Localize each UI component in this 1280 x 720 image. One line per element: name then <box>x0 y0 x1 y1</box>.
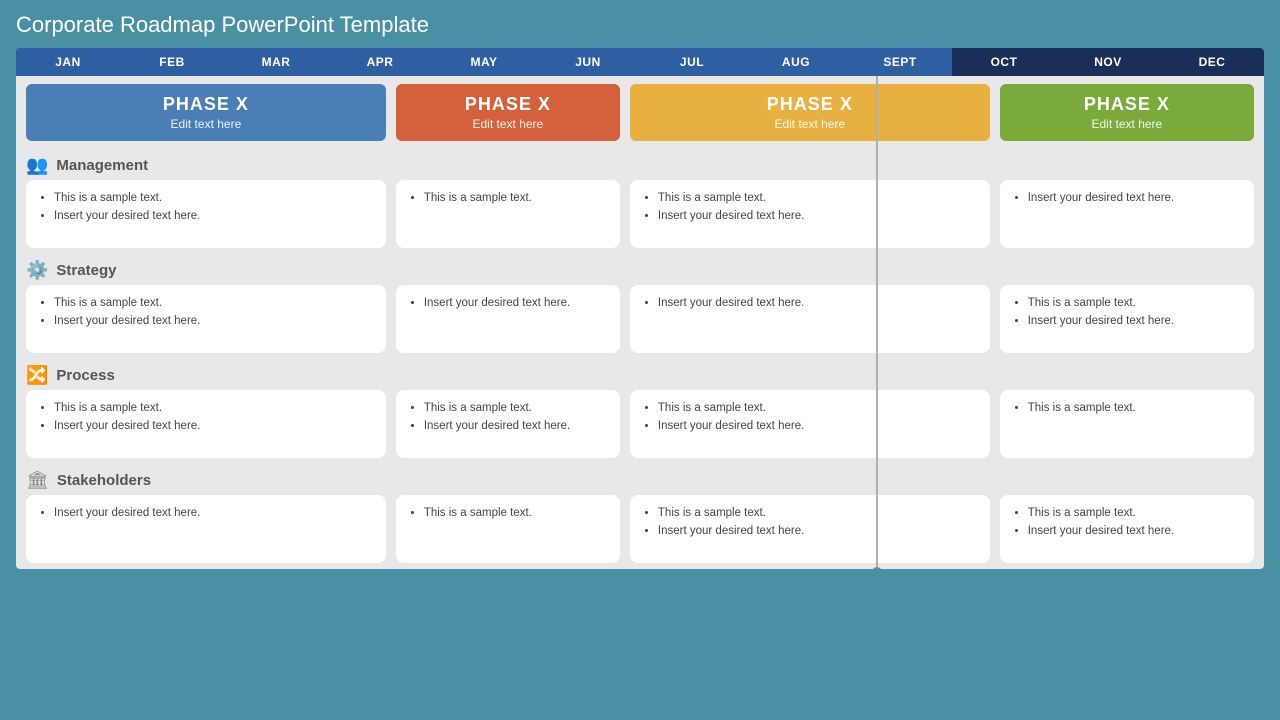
phase-row: PHASE X Edit text here PHASE X Edit text… <box>16 76 1264 149</box>
list-item: Insert your desired text here. <box>424 418 606 435</box>
process-card-3: This is a sample text.Insert your desire… <box>630 390 990 458</box>
phase-2-title: PHASE X <box>410 94 606 115</box>
main-content: Today JAN FEB MAR APR MAY JUN JUL AUG SE… <box>16 48 1264 569</box>
strategy-card-2: Insert your desired text here. <box>396 285 620 353</box>
stakeholders-card-4: This is a sample text.Insert your desire… <box>1000 495 1254 563</box>
month-may: MAY <box>432 48 536 76</box>
stakeholders-title: Stakeholders <box>57 472 151 489</box>
month-oct: OCT <box>952 48 1056 76</box>
list-item: This is a sample text. <box>658 190 976 207</box>
strategy-card-3: Insert your desired text here. <box>630 285 990 353</box>
list-item: This is a sample text. <box>1028 505 1240 522</box>
process-card-4: This is a sample text. <box>1000 390 1254 458</box>
strategy-card-1: This is a sample text.Insert your desire… <box>26 285 386 353</box>
process-card-1: This is a sample text.Insert your desire… <box>26 390 386 458</box>
list-item: This is a sample text. <box>424 190 606 207</box>
management-card-2: This is a sample text. <box>396 180 620 248</box>
list-item: Insert your desired text here. <box>54 505 372 522</box>
month-dec: DEC <box>1160 48 1264 76</box>
list-item: This is a sample text. <box>54 190 372 207</box>
strategy-cards: This is a sample text.Insert your desire… <box>26 285 1254 353</box>
phase-3: PHASE X Edit text here <box>630 84 990 141</box>
section-stakeholders-header: 🏛 Stakeholders <box>26 464 1254 495</box>
list-item: Insert your desired text here. <box>54 313 372 330</box>
section-process-header: 🔀 Process <box>26 359 1254 390</box>
list-item: This is a sample text. <box>424 400 606 417</box>
list-item: Insert your desired text here. <box>424 295 606 312</box>
month-jun: JUN <box>536 48 640 76</box>
content-wrapper: PHASE X Edit text here PHASE X Edit text… <box>16 76 1264 569</box>
month-jan: JAN <box>16 48 120 76</box>
process-card-2: This is a sample text.Insert your desire… <box>396 390 620 458</box>
process-cards: This is a sample text.Insert your desire… <box>26 390 1254 458</box>
month-apr: APR <box>328 48 432 76</box>
section-strategy: ⚙️ Strategy This is a sample text.Insert… <box>16 254 1264 359</box>
list-item: Insert your desired text here. <box>1028 523 1240 540</box>
stakeholders-card-1: Insert your desired text here. <box>26 495 386 563</box>
month-aug: AUG <box>744 48 848 76</box>
month-nov: NOV <box>1056 48 1160 76</box>
header-area: Today JAN FEB MAR APR MAY JUN JUL AUG SE… <box>16 48 1264 76</box>
page-title: Corporate Roadmap PowerPoint Template <box>16 12 1264 38</box>
page-container: Corporate Roadmap PowerPoint Template To… <box>0 0 1280 720</box>
phase-4: PHASE X Edit text here <box>1000 84 1254 141</box>
phase-2: PHASE X Edit text here <box>396 84 620 141</box>
management-card-3: This is a sample text.Insert your desire… <box>630 180 990 248</box>
list-item: This is a sample text. <box>658 400 976 417</box>
process-icon: 🔀 <box>26 365 48 386</box>
phase-2-subtitle: Edit text here <box>410 117 606 131</box>
stakeholders-icon: 🏛 <box>26 470 49 491</box>
list-item: This is a sample text. <box>424 505 606 522</box>
phase-1-subtitle: Edit text here <box>40 117 372 131</box>
list-item: This is a sample text. <box>1028 400 1240 417</box>
stakeholders-cards: Insert your desired text here. This is a… <box>26 495 1254 563</box>
stakeholders-card-2: This is a sample text. <box>396 495 620 563</box>
list-item: Insert your desired text here. <box>658 418 976 435</box>
month-header: JAN FEB MAR APR MAY JUN JUL AUG SEPT OCT… <box>16 48 1264 76</box>
stakeholders-card-3: This is a sample text.Insert your desire… <box>630 495 990 563</box>
section-stakeholders: 🏛 Stakeholders Insert your desired text … <box>16 464 1264 569</box>
phase-4-title: PHASE X <box>1014 94 1240 115</box>
month-jul: JUL <box>640 48 744 76</box>
month-mar: MAR <box>224 48 328 76</box>
management-card-1: This is a sample text.Insert your desire… <box>26 180 386 248</box>
list-item: Insert your desired text here. <box>1028 313 1240 330</box>
phase-1: PHASE X Edit text here <box>26 84 386 141</box>
process-title: Process <box>56 367 114 384</box>
strategy-card-4: This is a sample text.Insert your desire… <box>1000 285 1254 353</box>
list-item: This is a sample text. <box>658 505 976 522</box>
strategy-icon: ⚙️ <box>26 260 48 281</box>
list-item: This is a sample text. <box>54 400 372 417</box>
phase-3-subtitle: Edit text here <box>644 117 976 131</box>
section-process: 🔀 Process This is a sample text.Insert y… <box>16 359 1264 464</box>
list-item: Insert your desired text here. <box>1028 190 1240 207</box>
month-sept: SEPT <box>848 48 952 76</box>
list-item: Insert your desired text here. <box>658 295 976 312</box>
list-item: Insert your desired text here. <box>54 418 372 435</box>
management-icon: 👥 <box>26 155 48 176</box>
list-item: This is a sample text. <box>1028 295 1240 312</box>
management-cards: This is a sample text.Insert your desire… <box>26 180 1254 248</box>
phase-4-subtitle: Edit text here <box>1014 117 1240 131</box>
phase-1-title: PHASE X <box>40 94 372 115</box>
section-strategy-header: ⚙️ Strategy <box>26 254 1254 285</box>
section-management-header: 👥 Management <box>26 149 1254 180</box>
month-feb: FEB <box>120 48 224 76</box>
section-management: 👥 Management This is a sample text.Inser… <box>16 149 1264 254</box>
list-item: Insert your desired text here. <box>54 208 372 225</box>
phase-3-title: PHASE X <box>644 94 976 115</box>
list-item: Insert your desired text here. <box>658 523 976 540</box>
management-title: Management <box>56 157 148 174</box>
strategy-title: Strategy <box>56 262 116 279</box>
list-item: This is a sample text. <box>54 295 372 312</box>
management-card-4: Insert your desired text here. <box>1000 180 1254 248</box>
list-item: Insert your desired text here. <box>658 208 976 225</box>
